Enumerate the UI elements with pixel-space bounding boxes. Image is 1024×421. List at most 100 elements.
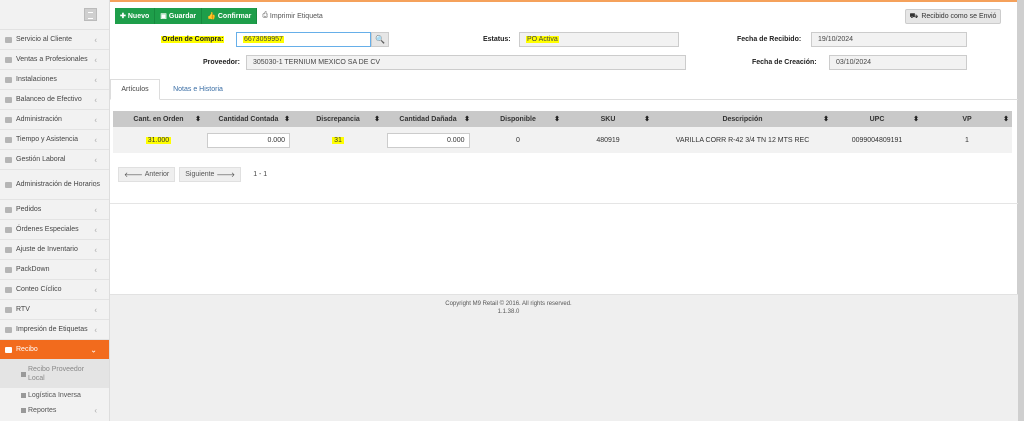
sidebar-item-label: PackDown <box>16 266 50 273</box>
cell-qty-damaged <box>383 127 473 153</box>
search-button[interactable]: 🔍 <box>371 32 389 47</box>
sidebar-item[interactable]: Recibo ⌄ <box>0 340 109 360</box>
chevron-left-icon: ‹ <box>94 225 97 234</box>
toolbar: ✚ Nuevo ▣ Guardar 👍 Confirmar ⎙ Imprimir Eti… <box>115 8 328 24</box>
sidebar-item[interactable]: Balanceo de Efectivo ‹ <box>0 90 109 110</box>
box-icon <box>5 266 12 273</box>
sidebar-subitem[interactable]: Reportes ‹ <box>0 403 109 418</box>
vp-value: 1 <box>965 136 969 144</box>
sidebar-item[interactable]: Administración de Horarios ‹ <box>0 170 109 200</box>
chevron-left-icon: ‹ <box>94 35 97 44</box>
discrepancy-value: 31 <box>332 136 344 144</box>
tab-bar: Artículos Notas e Historia <box>110 79 1018 100</box>
sidebar-item-label: Gestión Laboral <box>16 156 66 163</box>
chevron-left-icon: ‹ <box>94 305 97 314</box>
users-icon <box>5 156 12 163</box>
column-header[interactable]: Descripción ⬍ <box>653 111 832 127</box>
received-as-sent-label: Recibido como se Envió <box>921 13 997 20</box>
footer: Copyright M9 Retail © 2016. All rights r… <box>110 294 1018 421</box>
column-header[interactable]: Cantidad Contada ⬍ <box>204 111 293 127</box>
qty-counted-input[interactable] <box>207 132 290 148</box>
truck-icon <box>5 306 12 313</box>
status-field: PO Activa <box>519 32 679 47</box>
print-label-button-label: Imprimir Etiqueta <box>269 12 323 20</box>
sidebar-item-label: Ventas a Profesionales <box>16 56 88 63</box>
received-date-field: 19/10/2024 <box>811 32 967 47</box>
chevron-left-icon: ‹ <box>94 115 97 124</box>
arrow-left-icon: 🡐 <box>124 172 143 179</box>
sidebar-item-label: Balanceo de Efectivo <box>16 96 82 103</box>
column-header[interactable]: VP ⬍ <box>922 111 1012 127</box>
cell-upc: 0099004809191 <box>832 127 922 153</box>
po-input[interactable]: 6673059957 <box>236 32 371 47</box>
scrollbar[interactable] <box>1017 0 1024 421</box>
sort-icon: ⬍ <box>554 116 560 123</box>
column-header[interactable]: Disponible ⬍ <box>473 111 563 127</box>
adjust-icon <box>5 246 12 253</box>
sidebar-item[interactable]: Instalaciones ‹ <box>0 70 109 90</box>
clock-icon <box>5 136 12 143</box>
sidebar-item[interactable]: Servicio al Cliente ‹ <box>0 30 109 50</box>
new-button-label: Nuevo <box>127 12 150 20</box>
user-icon <box>5 56 12 63</box>
tab-notes-history[interactable]: Notas e Historia <box>166 79 230 100</box>
column-header-label: Cantidad Dañada <box>399 115 457 123</box>
document-icon <box>5 206 12 213</box>
save-button[interactable]: ▣ Guardar <box>155 8 203 24</box>
column-header[interactable]: SKU ⬍ <box>563 111 653 127</box>
column-header[interactable]: Cant. en Orden ⬍ <box>113 111 204 127</box>
qty-ordered-value: 31.000 <box>145 136 172 144</box>
sidebar-item[interactable]: PackDown ‹ <box>0 260 109 280</box>
new-button[interactable]: ✚ Nuevo <box>115 8 156 24</box>
cell-description: VARILLA CORR R-42 3/4 TN 12 MTS REC <box>653 127 832 153</box>
sidebar-subitem-label: Recibo Proveedor Local <box>28 366 85 382</box>
column-header[interactable]: Discrepancia ⬍ <box>293 111 383 127</box>
sidebar-item-label: Instalaciones <box>16 76 57 83</box>
sidebar-item-label: Recibo <box>16 346 38 353</box>
chevron-down-icon: ⌄ <box>90 345 97 354</box>
sidebar-item[interactable]: Conteo Cíclico ‹ <box>0 280 109 300</box>
column-header-label: VP <box>962 115 972 123</box>
supplier-label: Proveedor: <box>203 59 240 66</box>
chevron-left-icon: ‹ <box>94 205 97 214</box>
chevron-left-icon: ‹ <box>94 155 97 164</box>
sidebar-subitem[interactable]: Logística Inversa <box>0 388 109 403</box>
sidebar-item[interactable]: Ajuste de Inventario ‹ <box>0 240 109 260</box>
print-label-button[interactable]: ⎙ Imprimir Etiqueta <box>257 8 328 24</box>
sidebar-toggle-button[interactable] <box>84 8 97 21</box>
received-as-sent-button[interactable]: ⛟ Recibido como se Envió <box>905 9 1001 24</box>
sidebar-item-label: RTV <box>16 306 30 313</box>
chevron-left-icon: ‹ <box>94 245 97 254</box>
sidebar-item[interactable]: Ventas a Profesionales ‹ <box>0 50 109 70</box>
cell-discrepancy: 31 <box>293 127 383 153</box>
save-button-label: Guardar <box>168 12 197 20</box>
column-header[interactable]: Cantidad Dañada ⬍ <box>383 111 473 127</box>
qty-damaged-input[interactable] <box>386 132 470 148</box>
available-value: 0 <box>516 136 520 144</box>
next-button[interactable]: Siguiente 🡒 <box>179 167 242 182</box>
tab-articles[interactable]: Artículos <box>110 79 160 100</box>
print-icon: ⎙ <box>262 12 268 19</box>
confirm-button[interactable]: 👍 Confirmar <box>202 8 258 24</box>
sidebar-item[interactable]: Administración ‹ <box>0 110 109 130</box>
column-header-label: Cantidad Contada <box>218 115 279 123</box>
wrench-icon <box>5 76 12 83</box>
column-header[interactable]: UPC ⬍ <box>832 111 922 127</box>
barcode-icon <box>5 286 12 293</box>
sidebar-subitem[interactable]: Recibo Proveedor Local <box>0 360 109 388</box>
sidebar-item[interactable]: Impresión de Etiquetas ‹ <box>0 320 109 340</box>
sidebar-item[interactable]: Órdenes Especiales ‹ <box>0 220 109 240</box>
column-header-label: Disponible <box>500 115 536 123</box>
sidebar-item[interactable]: RTV ‹ <box>0 300 109 320</box>
confirm-button-label: Confirmar <box>217 12 252 20</box>
sidebar-item[interactable]: Gestión Laboral ‹ <box>0 150 109 170</box>
previous-button[interactable]: 🡐 Anterior <box>118 167 176 182</box>
created-date-label: Fecha de Creación: <box>752 59 817 66</box>
sidebar: Servicio al Cliente ‹ Ventas a Profesional… <box>0 0 110 421</box>
print-icon <box>5 326 12 333</box>
sidebar-item[interactable]: Tiempo y Asistencia ‹ <box>0 130 109 150</box>
truck-icon <box>21 408 26 413</box>
sidebar-subitem-label: Reportes <box>28 407 57 414</box>
sidebar-item-label: Impresión de Etiquetas <box>16 326 88 333</box>
sidebar-item[interactable]: Pedidos ‹ <box>0 200 109 220</box>
